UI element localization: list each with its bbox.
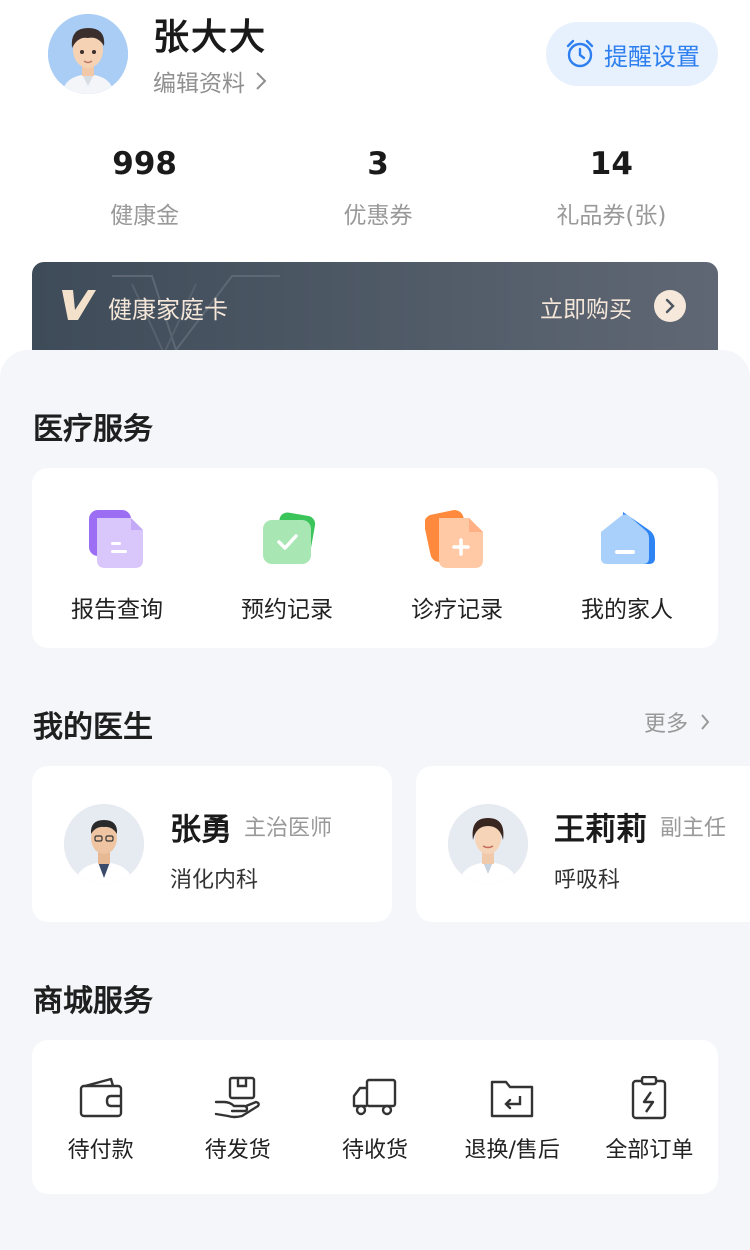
doctor-title: 副主任 <box>660 816 727 841</box>
medical-services-card: 报告查询 预约记录 诊疗记录 我的家人 <box>32 468 718 648</box>
truck-icon <box>352 1078 397 1116</box>
profile-header: 张大大 编辑资料 提醒设置 <box>0 0 750 120</box>
pending-payment-item[interactable]: 待付款 <box>32 1076 169 1194</box>
wallet-icon <box>79 1077 122 1118</box>
all-orders-item[interactable]: 全部订单 <box>581 1076 718 1194</box>
all-orders-label: 全部订单 <box>605 1138 694 1163</box>
doctor-department: 呼吸科 <box>554 868 621 893</box>
stat-health-gold[interactable]: 998 健康金 <box>28 142 261 242</box>
health-family-card-banner[interactable]: 健康家庭卡 立即购买 <box>32 262 718 362</box>
stat-label: 礼品券(张) <box>556 203 667 229</box>
pending-shipment-label: 待发货 <box>204 1138 271 1163</box>
stat-value: 3 <box>367 146 389 182</box>
buy-now-arrow-button[interactable] <box>654 290 686 322</box>
appointment-record-label: 预约记录 <box>241 597 333 623</box>
services-panel: 医疗服务 报告查询 预约记录 诊疗记录 我的家人 我的医生 更多 张勇 主治医师… <box>0 350 750 1250</box>
reminder-settings-label: 提醒设置 <box>604 42 700 71</box>
user-name: 张大大 <box>153 17 268 58</box>
return-folder-icon <box>491 1080 534 1118</box>
chevron-right-icon <box>701 714 710 730</box>
doctor-card[interactable]: 王莉莉 副主任 呼吸科 <box>416 766 750 922</box>
medical-services-title: 医疗服务 <box>33 412 153 447</box>
clipboard-icon <box>632 1076 667 1120</box>
my-doctors-title: 我的医生 <box>33 710 153 745</box>
doctor-avatar <box>448 804 528 884</box>
alarm-clock-icon <box>566 39 594 68</box>
doctor-name: 张勇 <box>170 812 232 848</box>
treatment-record-item[interactable]: 诊疗记录 <box>372 506 542 648</box>
return-aftersale-item[interactable]: 退换/售后 <box>444 1076 581 1194</box>
edit-profile-label: 编辑资料 <box>153 71 245 97</box>
appointment-record-item[interactable]: 预约记录 <box>202 506 372 648</box>
report-query-item[interactable]: 报告查询 <box>32 506 202 648</box>
package-hand-icon <box>214 1076 260 1119</box>
return-aftersale-label: 退换/售后 <box>464 1138 560 1163</box>
more-label: 更多 <box>643 712 688 737</box>
treatment-record-label: 诊疗记录 <box>411 597 503 623</box>
pending-receipt-item[interactable]: 待收货 <box>306 1076 443 1194</box>
chevron-right-icon <box>665 298 675 314</box>
more-doctors-link[interactable]: 更多 <box>644 706 710 738</box>
stat-coupons[interactable]: 3 优惠券 <box>261 142 494 242</box>
treatment-record-icon <box>425 510 483 568</box>
pending-payment-label: 待付款 <box>67 1138 134 1163</box>
doctor-title: 主治医师 <box>244 816 333 841</box>
chevron-right-icon <box>256 72 267 90</box>
report-icon <box>89 510 143 568</box>
stat-label: 健康金 <box>110 203 180 229</box>
appointment-icon <box>263 512 316 564</box>
pending-shipment-item[interactable]: 待发货 <box>169 1076 306 1194</box>
family-home-icon <box>601 512 655 564</box>
reminder-settings-button[interactable]: 提醒设置 <box>546 22 718 86</box>
my-family-item[interactable]: 我的家人 <box>542 506 712 648</box>
buy-now-label[interactable]: 立即购买 <box>540 290 632 324</box>
report-query-label: 报告查询 <box>71 597 163 623</box>
doctor-department: 消化内科 <box>170 868 259 893</box>
stat-value: 14 <box>589 146 633 182</box>
stats-row: 998 健康金 3 优惠券 14 礼品券(张) <box>28 142 728 242</box>
family-card-title: 健康家庭卡 <box>108 296 228 324</box>
doctor-avatar <box>64 804 144 884</box>
stat-label: 优惠券 <box>343 203 413 229</box>
doctor-card[interactable]: 张勇 主治医师 消化内科 <box>32 766 392 922</box>
user-avatar[interactable] <box>48 14 128 94</box>
stat-gift-vouchers[interactable]: 14 礼品券(张) <box>495 142 728 242</box>
mall-services-title: 商城服务 <box>33 984 153 1019</box>
my-family-label: 我的家人 <box>581 597 673 623</box>
pending-receipt-label: 待收货 <box>342 1138 409 1163</box>
mall-services-card: 待付款 待发货 待收货 退换/售后 全部订单 <box>32 1040 718 1194</box>
stat-value: 998 <box>112 146 178 182</box>
v-logo-icon <box>62 290 96 320</box>
doctor-name: 王莉莉 <box>554 812 647 848</box>
edit-profile-link[interactable]: 编辑资料 <box>153 64 267 98</box>
